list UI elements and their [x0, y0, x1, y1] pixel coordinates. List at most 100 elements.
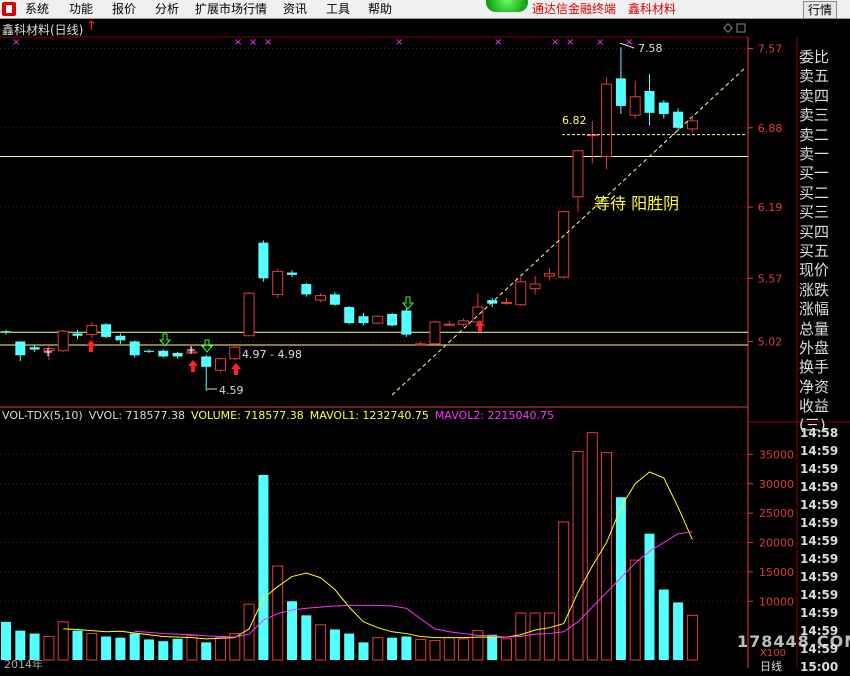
signal-marker-x: × — [264, 37, 272, 48]
volume-tick-label: 15000 — [759, 566, 794, 579]
volume-bar-up — [572, 450, 584, 661]
kline-chart[interactable]: 7.57 6.88 6.19 5.57 5.02 10000 15000 20000 25000… — [0, 0, 850, 668]
candle-body-up — [215, 358, 226, 371]
side-panel-label: 买四 — [799, 222, 830, 241]
volume-bar-up — [43, 636, 55, 661]
candle-body-down — [301, 284, 312, 295]
volume-tick-label: 30000 — [759, 478, 794, 491]
candle-body-down — [401, 310, 412, 335]
volume-bar-up — [186, 634, 198, 661]
signal-marker-x: × — [234, 37, 242, 48]
watermark: 178448.COM — [737, 632, 850, 651]
side-panel-label: 委比 — [799, 48, 830, 66]
volume-bar-up — [686, 614, 698, 661]
year-label: 2014年 — [4, 658, 43, 671]
candle-body-up — [272, 270, 284, 295]
period-tab[interactable]: 日线 — [760, 658, 782, 674]
candle-body-down — [615, 78, 626, 106]
candle-body-up — [572, 150, 584, 198]
candle-body-down — [387, 313, 398, 326]
volume-tick-label: 10000 — [759, 595, 794, 608]
signal-marker-x: × — [12, 37, 20, 48]
volume-ma-line — [63, 471, 693, 640]
volume-bar-down — [144, 639, 154, 660]
candle-body-down — [172, 352, 183, 357]
side-panel-label: 外盘 — [799, 339, 830, 357]
time-entry: 14:59 — [800, 444, 839, 458]
volume-bar-up — [86, 633, 98, 661]
candle-body-down — [72, 333, 83, 336]
volume-bar-down — [387, 637, 398, 660]
side-panel-label: 总量 — [799, 319, 830, 338]
price-tick-label: 6.19 — [758, 201, 783, 214]
candle-body-up — [372, 315, 384, 324]
candle-body-up — [601, 83, 613, 158]
candle-body-up — [543, 273, 555, 277]
volume-bar-up — [315, 624, 327, 661]
stock-title: 鑫科材料(日线) — [2, 23, 84, 37]
signal-marker-x: × — [596, 37, 604, 48]
candle-body-up — [443, 323, 455, 326]
candle-body-up — [415, 343, 427, 346]
price-tick-label: 7.57 — [758, 42, 783, 55]
volume-bar-down — [329, 629, 340, 660]
candle-body-down — [201, 356, 212, 367]
level-label: 6.82 — [562, 114, 587, 127]
volume-bar-up — [443, 637, 455, 661]
side-panel-label: 卖一 — [799, 145, 830, 163]
chart-title-row: 鑫科材料(日线) ↑ — [0, 19, 750, 37]
time-entry: 14:58 — [800, 426, 839, 440]
price-tick-label: 5.02 — [758, 336, 783, 349]
side-panel-label: 卖二 — [799, 125, 830, 144]
vol-mavol2: MAVOL2: 2215040.75 — [434, 409, 555, 422]
volume-bar-down — [158, 641, 169, 660]
sell-arrow-icon — [158, 333, 172, 347]
candle-body-up — [57, 330, 69, 352]
volume-bar-up — [529, 612, 541, 661]
side-panel-label: 涨跌 — [799, 280, 830, 299]
candle-body-down — [258, 242, 269, 279]
side-panel-label: 买二 — [799, 183, 830, 202]
time-entry: 14:59 — [800, 480, 839, 494]
side-panel-label: 涨幅 — [799, 300, 830, 319]
candle-body-down — [344, 307, 355, 324]
low-price-label: 4.59 — [219, 384, 244, 397]
sell-arrow-icon — [200, 339, 214, 353]
buy-arrow-icon — [231, 363, 241, 375]
candle-body-down — [101, 324, 112, 337]
volume-bar-up — [501, 638, 512, 661]
buy-arrow-icon — [188, 360, 198, 372]
time-entry: 14:59 — [800, 606, 839, 620]
up-arrow-icon: ↑ — [86, 19, 97, 34]
volume-bar-down — [101, 636, 112, 660]
candle-body-down — [115, 335, 126, 341]
volume-tick-label: 35000 — [759, 448, 794, 461]
volume-tick-label: 25000 — [759, 507, 794, 520]
side-panel-label: 卖三 — [799, 106, 830, 125]
volume-indicator-info: VOL-TDX(5,10) VVOL: 718577.38 VOLUME: 7185… — [2, 409, 560, 422]
candle-body-up — [629, 96, 641, 116]
volume-bar-down — [615, 497, 626, 660]
candle-body-up — [186, 351, 198, 354]
volume-bar-up — [543, 612, 555, 661]
volume-bar-up — [415, 638, 427, 661]
pattern-annotation: 等待 阳胜阴 — [594, 194, 679, 213]
volume-bar-down — [673, 602, 684, 660]
volume-bar-down — [487, 634, 498, 660]
volume-bar-up — [586, 432, 598, 661]
volume-bar-up — [601, 452, 613, 661]
candle-body-up — [243, 292, 255, 337]
volume-bar-up — [372, 637, 384, 661]
volume-bar-down — [201, 642, 212, 660]
candle-body-down — [673, 111, 684, 128]
range-label: 4.97 - 4.98 — [242, 348, 302, 361]
time-entry: 14:59 — [800, 570, 839, 584]
candle-body-up — [501, 301, 512, 304]
volume-bar-down — [301, 615, 312, 660]
volume-bar-down — [358, 642, 369, 660]
sell-arrow-icon — [401, 296, 415, 310]
candle-body-up — [472, 306, 484, 323]
volume-bar-up — [57, 621, 69, 661]
candle-body-down — [658, 102, 669, 114]
side-panel-label: 换手 — [799, 358, 830, 377]
